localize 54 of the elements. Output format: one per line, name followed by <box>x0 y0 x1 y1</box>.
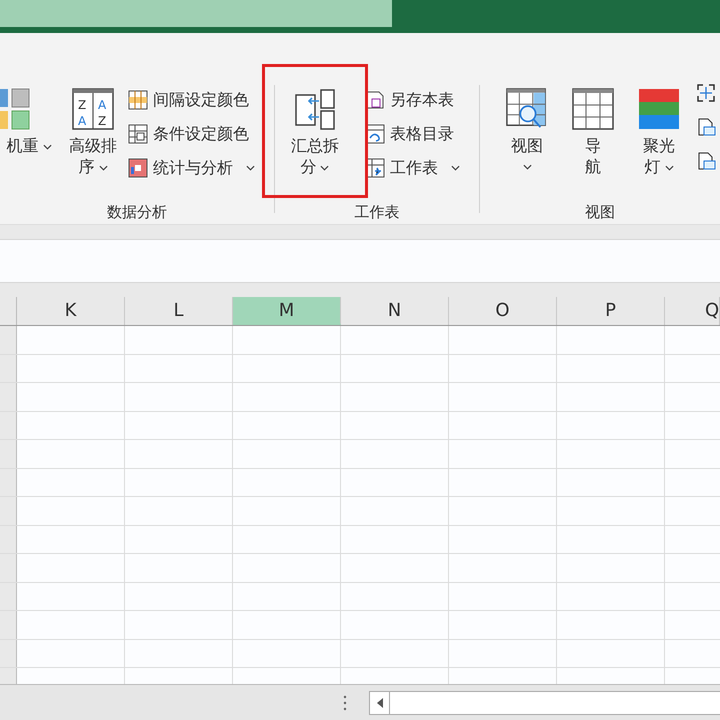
ribbon-button[interactable]: 视图 <box>498 83 556 195</box>
row-header[interactable] <box>0 440 17 468</box>
caret-icon <box>450 165 460 171</box>
grid-icon <box>128 158 148 178</box>
grid-icon <box>128 124 148 144</box>
merge-icon <box>292 87 337 131</box>
column-header[interactable]: N <box>341 297 449 325</box>
row-header[interactable] <box>0 412 17 439</box>
ribbon-button[interactable]: Z A A Z 高级排 序 <box>64 83 122 195</box>
column-header[interactable]: Q <box>665 297 720 325</box>
row-header[interactable] <box>0 354 17 382</box>
column-header[interactable]: K <box>17 297 125 325</box>
row-header[interactable] <box>0 497 17 524</box>
caret-icon <box>522 164 532 170</box>
column-header[interactable]: M <box>233 297 341 325</box>
row-header[interactable] <box>0 611 17 638</box>
mail-doc-icon[interactable] <box>696 151 716 171</box>
sort-icon: Z A A Z <box>71 87 115 131</box>
row-header[interactable] <box>0 383 17 410</box>
fullscreen-icon[interactable] <box>696 83 716 103</box>
ribbon-item[interactable]: 表格目录 <box>364 121 460 147</box>
ribbon-button[interactable]: 汇总拆 分 <box>264 67 365 195</box>
scrollbar[interactable] <box>369 690 720 714</box>
band-grid-icon <box>128 90 148 110</box>
ribbon-button[interactable]: 聚光 灯 <box>630 83 688 195</box>
left-arrow-icon <box>376 698 382 708</box>
row-header[interactable] <box>0 326 17 354</box>
caret-icon <box>664 164 674 171</box>
ribbon-item[interactable]: 另存本表 <box>364 87 460 113</box>
caret-icon <box>246 165 255 171</box>
mail-doc-icon[interactable] <box>696 117 716 137</box>
caret-icon <box>98 164 108 171</box>
group-label: 数据分析 <box>107 203 167 222</box>
row-header[interactable] <box>0 526 17 553</box>
more-icon[interactable] <box>343 694 347 710</box>
group-label: 工作表 <box>354 203 400 222</box>
ribbon-button[interactable]: 导 航 <box>564 83 622 195</box>
color-grid-icon <box>0 87 30 131</box>
column-header[interactable]: O <box>449 297 557 325</box>
group-label: 视图 <box>585 203 615 222</box>
row-header[interactable] <box>0 640 17 667</box>
caret-icon <box>320 164 330 171</box>
row-header[interactable] <box>0 554 17 582</box>
ribbon-button[interactable]: 机重 <box>0 83 58 195</box>
caret-icon <box>42 144 52 150</box>
ribbon-item[interactable]: 统计与分析 <box>128 155 255 181</box>
color-bars-icon <box>637 87 681 131</box>
row-header[interactable] <box>0 582 17 610</box>
row-header[interactable] <box>0 468 17 496</box>
column-header[interactable]: P <box>557 297 665 325</box>
ribbon-item[interactable]: 工作表 <box>364 155 460 181</box>
ribbon-item[interactable]: 间隔设定颜色 <box>128 87 255 113</box>
table-icon <box>571 87 615 131</box>
ribbon-item[interactable]: 条件设定颜色 <box>128 121 255 147</box>
